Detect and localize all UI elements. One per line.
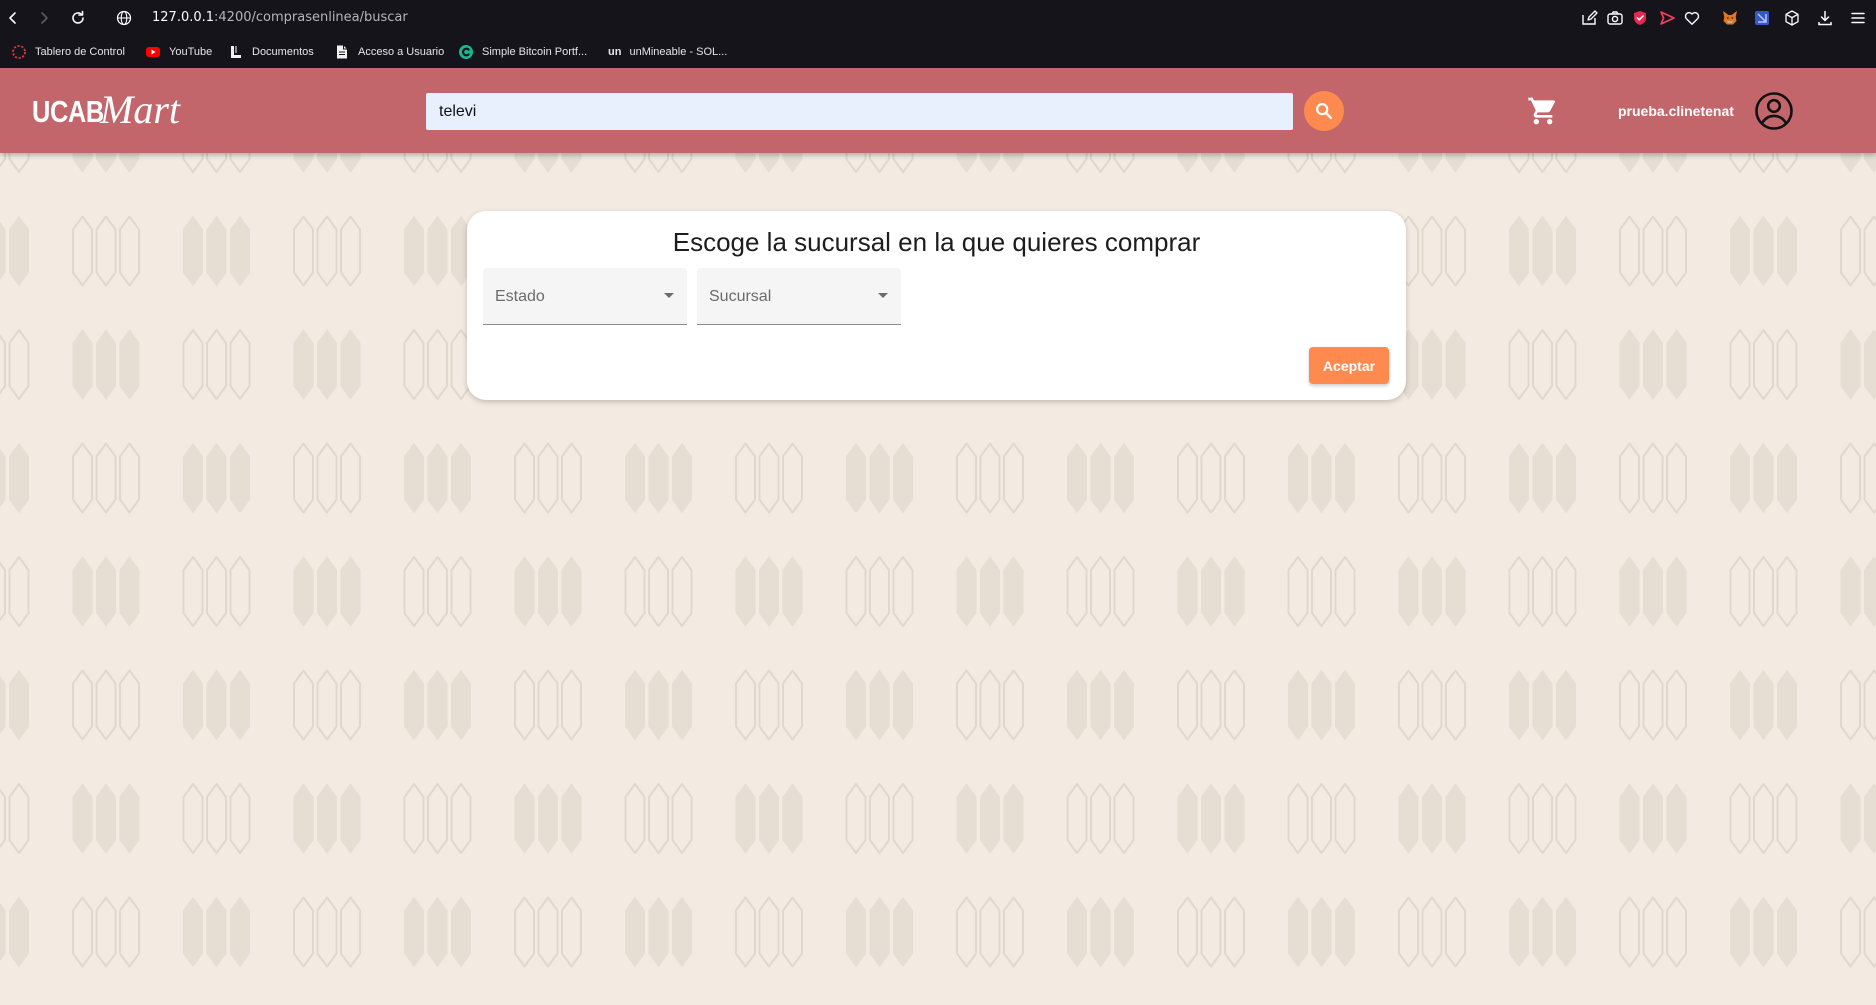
estado-select[interactable]: Estado	[483, 268, 687, 325]
background-pattern	[0, 68, 1876, 1005]
reload-icon[interactable]	[69, 9, 87, 27]
app-header: UCAB Mart prueba.clinetenat	[0, 68, 1876, 153]
page-favicon	[334, 44, 350, 60]
search-icon	[1316, 103, 1333, 120]
bookmark-unmineable[interactable]: un unMineable - SOL...	[608, 36, 727, 68]
sucursal-select[interactable]: Sucursal	[697, 268, 901, 325]
search-input[interactable]	[426, 93, 1293, 130]
download-icon[interactable]	[1816, 9, 1834, 27]
unmineable-favicon: un	[608, 46, 622, 58]
menu-icon[interactable]	[1849, 9, 1867, 27]
bookmark-documentos[interactable]: Documentos	[228, 36, 314, 68]
edit-share-icon[interactable]	[1580, 9, 1598, 27]
accept-button[interactable]: Aceptar	[1309, 347, 1389, 384]
dropdown-arrow-icon	[878, 293, 888, 298]
back-icon[interactable]	[4, 9, 22, 27]
search-button[interactable]	[1304, 91, 1344, 131]
bookmark-label: Documentos	[252, 46, 314, 58]
bookmark-label: unMineable - SOL...	[629, 46, 728, 58]
dashboard-favicon	[11, 44, 27, 60]
address-bar-url[interactable]: 127.0.0.1:4200/comprasenlinea/buscar	[152, 9, 408, 27]
browser-toolbar: 127.0.0.1:4200/comprasenlinea/buscar	[0, 0, 1876, 36]
favorite-icon[interactable]	[1683, 9, 1701, 27]
sucursal-select-label: Sucursal	[709, 288, 772, 305]
bitcoin-portfolio-favicon	[458, 44, 474, 60]
bookmark-tablero-de-control[interactable]: Tablero de Control	[11, 36, 125, 68]
branch-selection-card: Escoge la sucursal en la que quieres com…	[467, 211, 1406, 400]
shopping-cart-icon[interactable]	[1527, 95, 1559, 127]
forward-icon[interactable]	[35, 9, 53, 27]
cube-extension-icon[interactable]	[1783, 9, 1801, 27]
bookmark-simple-bitcoin[interactable]: Simple Bitcoin Portf...	[458, 36, 587, 68]
user-name[interactable]: prueba.clinetenat	[1618, 102, 1734, 120]
brand-logo[interactable]: UCAB Mart	[32, 90, 180, 130]
docs-favicon	[228, 44, 244, 60]
url-host: 127.0.0.1	[152, 10, 215, 25]
youtube-favicon	[145, 44, 161, 60]
bookmarks-bar: Tablero de Control YouTube Documentos Ac…	[0, 36, 1876, 68]
bookmark-label: Acceso a Usuario	[358, 46, 445, 58]
site-info-icon[interactable]	[115, 9, 133, 27]
screenshot-icon[interactable]	[1606, 9, 1624, 27]
send-extension-icon[interactable]	[1658, 9, 1676, 27]
bookmark-youtube[interactable]: YouTube	[145, 36, 212, 68]
bookmark-label: Tablero de Control	[35, 46, 125, 58]
logo-primary-text: UCAB	[32, 94, 104, 129]
card-title: Escoge la sucursal en la que quieres com…	[672, 227, 1201, 257]
browser-chrome: 127.0.0.1:4200/comprasenlinea/buscar Tab…	[0, 0, 1876, 68]
metamask-icon[interactable]	[1721, 9, 1739, 27]
dropdown-arrow-icon	[664, 293, 674, 298]
bookmark-acceso-a-usuario[interactable]: Acceso a Usuario	[334, 36, 444, 68]
bookmark-label: YouTube	[169, 46, 213, 58]
extension-icon[interactable]	[1753, 9, 1771, 27]
shield-extension-icon[interactable]	[1631, 9, 1649, 27]
account-circle-icon[interactable]	[1754, 91, 1794, 131]
url-path: :4200/comprasenlinea/buscar	[214, 10, 408, 25]
logo-script-text: Mart	[100, 87, 180, 132]
bookmark-label: Simple Bitcoin Portf...	[482, 46, 588, 58]
estado-select-label: Estado	[495, 288, 545, 305]
